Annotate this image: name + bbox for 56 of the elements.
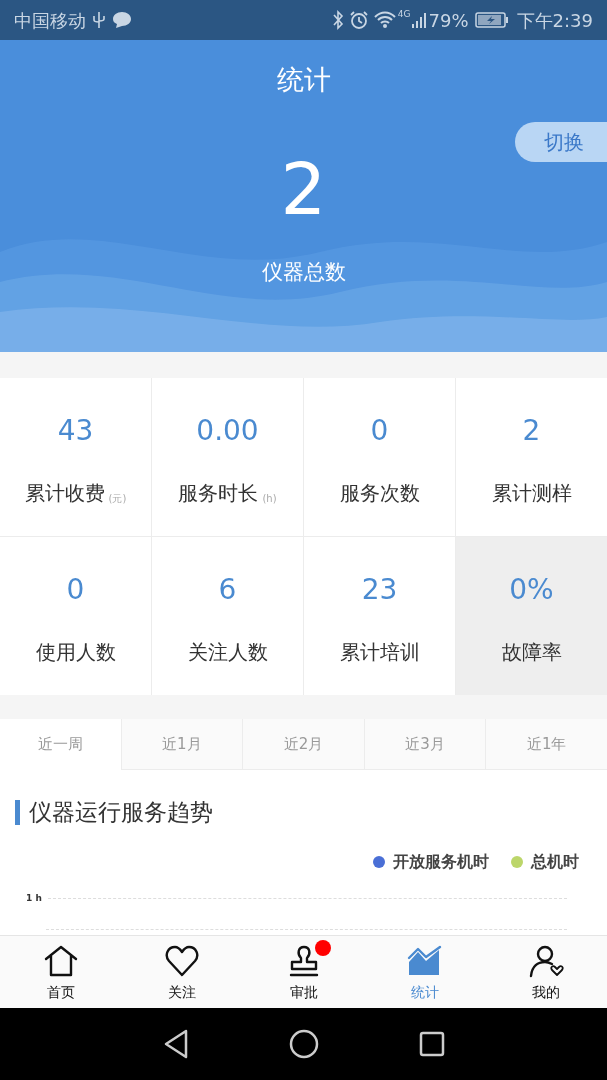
heart-icon (164, 944, 201, 978)
stat-label: 服务次数 (339, 480, 420, 507)
chart-title: 仪器运行服务趋势 (29, 798, 213, 827)
stat-value: 23 (361, 572, 398, 608)
nav-tab[interactable]: 统计 (364, 936, 486, 1008)
home-icon (42, 944, 79, 978)
wifi-icon (373, 11, 396, 29)
stat-label: 累计培训 (339, 639, 420, 666)
line-chart-icon (406, 944, 443, 978)
stat-label: 关注人数 (187, 639, 268, 666)
stat-unit: (元) (108, 492, 127, 506)
nav-tab[interactable]: 审批 (242, 936, 365, 1008)
stat-card[interactable]: 0 使用人数 (0, 537, 151, 695)
instrument-total: 2 (280, 152, 327, 225)
home-circle-icon[interactable] (288, 1029, 319, 1059)
stat-value: 2 (522, 413, 541, 449)
instrument-total-label: 仪器总数 (261, 258, 346, 286)
y-axis-label: 1 h (26, 893, 42, 903)
stat-card[interactable]: 23 累计培训 (304, 537, 455, 695)
message-icon (112, 11, 132, 29)
user-heart-icon (528, 944, 565, 978)
stat-card[interactable]: 43 累计收费 (元) (0, 378, 151, 536)
clock-time: 下午2:39 (516, 8, 593, 33)
stat-label: 累计测样 (491, 480, 572, 507)
recents-icon[interactable] (418, 1031, 445, 1057)
nav-tab[interactable]: 我的 (485, 936, 607, 1008)
stat-value: 0 (66, 572, 85, 608)
nav-tab[interactable]: 关注 (121, 936, 243, 1008)
bluetooth-icon (331, 10, 344, 30)
stat-label: 服务时长 (178, 480, 259, 507)
network-type: 4G (397, 8, 411, 21)
alarm-icon (348, 10, 369, 30)
nav-tab[interactable]: 首页 (0, 936, 122, 1008)
stat-value: 6 (218, 572, 237, 608)
stat-unit: (h) (262, 492, 277, 506)
stat-value: 0.00 (196, 413, 259, 449)
stat-card[interactable]: 2 累计测样 (456, 378, 607, 536)
stat-card[interactable]: 0 服务次数 (304, 378, 455, 536)
stat-label: 故障率 (501, 639, 562, 666)
title-accent-bar (15, 799, 20, 825)
legend-label: 开放服务机时 (393, 850, 489, 873)
stat-value: 0% (509, 572, 554, 608)
signal-icon (410, 11, 427, 29)
stat-card[interactable]: 6 关注人数 (152, 537, 303, 695)
stat-value: 43 (57, 413, 94, 449)
stat-card[interactable]: 0.00 服务时长 (h) (152, 378, 303, 536)
stat-label: 累计收费 (24, 480, 105, 507)
stat-label: 使用人数 (35, 639, 116, 666)
battery-percent: 79% (428, 8, 469, 33)
battery-charging-icon (474, 12, 509, 28)
back-icon[interactable] (162, 1029, 189, 1059)
carrier-name: 中国移动 (14, 8, 86, 33)
page-title: 统计 (276, 63, 331, 97)
stat-value: 0 (370, 413, 389, 449)
usb-icon (92, 11, 106, 29)
legend-label: 总机时 (531, 850, 579, 873)
